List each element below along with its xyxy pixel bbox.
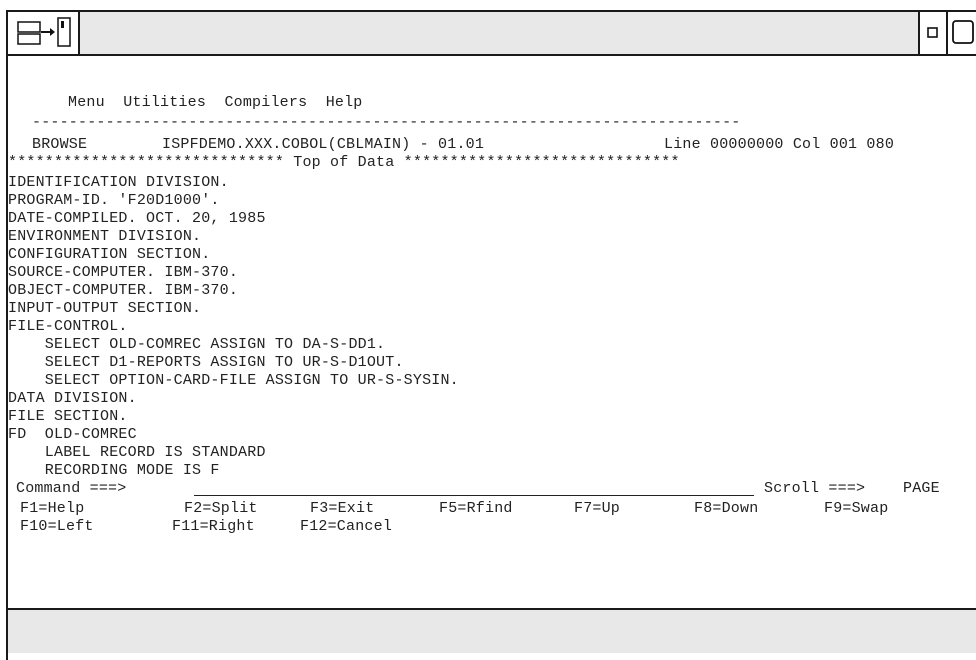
menu-item-menu[interactable]: Menu <box>68 94 105 112</box>
source-line: SELECT D1-REPORTS ASSIGN TO UR-S-D1OUT. <box>8 354 404 371</box>
fkey-f5-rfind[interactable]: F5=Rfind <box>439 500 513 518</box>
command-label: Command ===> <box>16 480 127 497</box>
fkey-f7-up[interactable]: F7=Up <box>574 500 620 518</box>
menu-item-compilers[interactable]: Compilers <box>224 94 307 112</box>
fkey-f3-exit[interactable]: F3=Exit <box>310 500 374 518</box>
source-line: FD OLD-COMREC <box>8 426 137 443</box>
fkey-f8-down[interactable]: F8=Down <box>694 500 758 518</box>
source-line: SOURCE-COMPUTER. IBM-370. <box>8 264 239 281</box>
scroll-label: Scroll ===> <box>764 480 866 497</box>
menu-separator: ----------------------------------------… <box>32 114 741 131</box>
ispf-screen: Menu Utilities Compilers Help ----------… <box>8 58 976 608</box>
source-line: RECORDING MODE IS F <box>8 462 220 479</box>
source-line: INPUT-OUTPUT SECTION. <box>8 300 202 317</box>
minimize-button[interactable] <box>918 12 948 54</box>
top-of-data-marker: ****************************** Top of Da… <box>8 154 680 171</box>
maximize-button[interactable] <box>948 12 976 54</box>
fkey-f1-help[interactable]: F1=Help <box>20 500 84 518</box>
menu-item-help[interactable]: Help <box>326 94 363 112</box>
source-line: DATE-COMPILED. OCT. 20, 1985 <box>8 210 266 227</box>
dataset-name: ISPFDEMO.XXX.COBOL(CBLMAIN) - 01.01 <box>162 136 485 153</box>
fkey-f12-cancel[interactable]: F12=Cancel <box>300 518 392 536</box>
source-line: ENVIRONMENT DIVISION. <box>8 228 202 245</box>
window-menu-button[interactable] <box>8 12 80 54</box>
line-col-indicator: Line 00000000 Col 001 080 <box>664 136 895 153</box>
maximize-icon <box>952 20 974 44</box>
fkey-f2-split[interactable]: F2=Split <box>184 500 258 518</box>
source-line: SELECT OLD-COMREC ASSIGN TO DA-S-DD1. <box>8 336 386 353</box>
source-line: IDENTIFICATION DIVISION. <box>8 174 229 191</box>
source-line: FILE SECTION. <box>8 408 128 425</box>
menu-item-utilities[interactable]: Utilities <box>123 94 206 112</box>
fkey-f9-swap[interactable]: F9=Swap <box>824 500 888 518</box>
source-line: FILE-CONTROL. <box>8 318 128 335</box>
source-line: LABEL RECORD IS STANDARD <box>8 444 266 461</box>
title-bar <box>6 10 976 56</box>
action-bar: Menu Utilities Compilers Help <box>68 94 363 112</box>
source-line: SELECT OPTION-CARD-FILE ASSIGN TO UR-S-S… <box>8 372 459 389</box>
status-bar <box>6 608 976 653</box>
source-line: DATA DIVISION. <box>8 390 137 407</box>
source-line: PROGRAM-ID. 'F20D1000'. <box>8 192 220 209</box>
source-line: OBJECT-COMPUTER. IBM-370. <box>8 282 239 299</box>
command-input[interactable] <box>194 480 754 496</box>
minimize-icon <box>927 27 938 38</box>
window-menu-icon <box>17 17 71 47</box>
fkey-f10-left[interactable]: F10=Left <box>20 518 94 536</box>
source-line: CONFIGURATION SECTION. <box>8 246 211 263</box>
fkey-f11-right[interactable]: F11=Right <box>172 518 255 536</box>
browse-mode-label: BROWSE <box>32 136 88 153</box>
scroll-amount-field[interactable]: PAGE <box>903 480 940 498</box>
